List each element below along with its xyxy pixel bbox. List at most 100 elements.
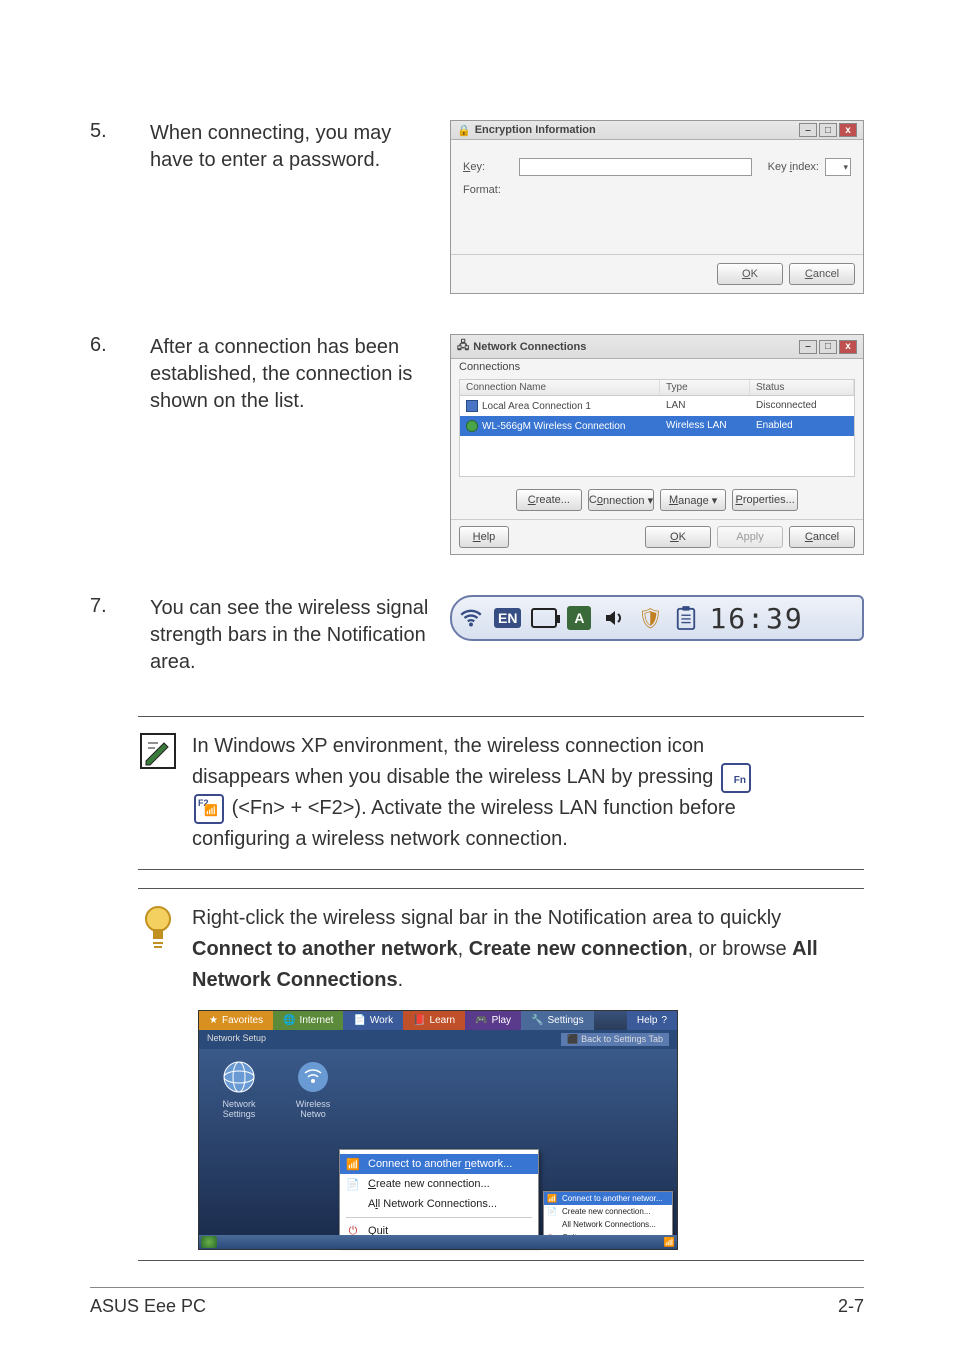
language-indicator[interactable]: EN <box>494 608 521 628</box>
tab-help[interactable]: Help ? <box>627 1011 677 1030</box>
wireless-network-icon[interactable]: Wireless Netwo <box>283 1059 343 1119</box>
fn-key-icon: Fn <box>721 763 751 793</box>
mini-connect-another[interactable]: 📶Connect to another networ... <box>544 1192 672 1205</box>
note1-line1: In Windows XP environment, the wireless … <box>192 735 704 757</box>
tab-work[interactable]: 📄 Work <box>343 1011 403 1030</box>
volume-icon[interactable] <box>601 605 627 631</box>
step-6-text: After a connection has been established,… <box>150 334 450 415</box>
close-button[interactable]: x <box>839 123 857 137</box>
wifi-icon: 📶 <box>346 1157 360 1171</box>
context-menu: 📶 Connect to another network... 📄 Create… <box>339 1149 539 1246</box>
table-row[interactable]: WL-566gM Wireless Connection Wireless LA… <box>460 416 854 436</box>
row-status: Disconnected <box>750 398 854 414</box>
col-connection-name[interactable]: Connection Name <box>460 380 660 395</box>
wlan-icon <box>466 420 478 432</box>
network-dialog-icon: 🖧 <box>457 337 469 356</box>
tab-favorites[interactable]: ★ Favorites <box>199 1011 273 1030</box>
network-settings-icon[interactable]: Network Settings <box>209 1059 269 1119</box>
key-label: Key: <box>463 161 513 173</box>
notification-area: EN A 🛡 16:39 <box>450 595 864 641</box>
footer-product: ASUS Eee PC <box>90 1296 206 1317</box>
subbar-title: Network Setup <box>207 1033 266 1046</box>
task-manager-icon[interactable] <box>673 605 699 631</box>
connections-table: Connection Name Type Status Local Area C… <box>459 379 855 477</box>
tab-settings[interactable]: 🔧 Settings <box>521 1011 594 1030</box>
tab-internet[interactable]: 🌐 Internet <box>273 1011 343 1030</box>
network-connections-dialog: 🖧 Network Connections – □ x Connections … <box>450 334 864 555</box>
wifi-signal-icon[interactable] <box>458 605 484 631</box>
ctx-create-new[interactable]: 📄 Create new connection... <box>340 1174 538 1194</box>
wifi-icon: 📶 <box>547 1194 557 1204</box>
footer-page-number: 2-7 <box>838 1296 864 1317</box>
table-row[interactable]: Local Area Connection 1 LAN Disconnected <box>460 396 854 416</box>
tip-box-rightclick: Right-click the wireless signal bar in t… <box>138 889 864 1010</box>
note1-line2: disappears when you disable the wireless… <box>192 766 719 788</box>
ctx-all-connections[interactable]: All Network Connections... <box>340 1194 538 1214</box>
step-5-text: When connecting, you may have to enter a… <box>150 120 450 174</box>
note2-sep2: , or browse <box>688 938 792 960</box>
lock-icon: 🔒 <box>457 124 471 137</box>
format-label: Format: <box>463 184 513 196</box>
taskbar: 📶 <box>199 1235 677 1249</box>
connection-button[interactable]: Connection ▾ <box>588 489 654 511</box>
row-type: LAN <box>660 398 750 414</box>
row-name: Local Area Connection 1 <box>482 401 591 412</box>
col-type[interactable]: Type <box>660 380 750 395</box>
minimize-button[interactable]: – <box>799 123 817 137</box>
tab-learn[interactable]: 📕 Learn <box>403 1011 465 1030</box>
net-apply-button: Apply <box>717 526 783 548</box>
keyboard-mode-icon[interactable]: A <box>567 606 591 630</box>
battery-icon[interactable] <box>531 605 557 631</box>
clock[interactable]: 16:39 <box>709 602 803 635</box>
mini-create-new[interactable]: 📄Create new connection... <box>544 1205 672 1218</box>
key-index-select[interactable]: ▾ <box>825 158 851 176</box>
key-index-label: Key index: <box>768 161 819 173</box>
note2-b1: Connect to another network <box>192 938 458 960</box>
net-close-button[interactable]: x <box>839 340 857 354</box>
step-7-text: You can see the wireless signal strength… <box>150 595 450 676</box>
net-ok-button[interactable]: OK <box>645 526 711 548</box>
note1-line3: (<Fn> + <F2>). Activate the wireless LAN… <box>232 797 736 819</box>
note2-end: . <box>398 969 404 991</box>
step-5-number: 5. <box>90 120 150 143</box>
page-footer: ASUS Eee PC 2-7 <box>90 1287 864 1317</box>
encryption-cancel-button[interactable]: Cancel <box>789 263 855 285</box>
connections-menu[interactable]: Connections <box>451 359 863 375</box>
lan-icon <box>466 400 478 412</box>
encryption-dialog-title: Encryption Information <box>475 124 596 136</box>
security-shield-icon[interactable]: 🛡 <box>637 605 663 631</box>
f2-key-icon: F2📶 <box>194 794 224 824</box>
new-connection-icon: 📄 <box>547 1207 557 1217</box>
ctx-connect-another[interactable]: 📶 Connect to another network... <box>340 1154 538 1174</box>
start-button[interactable] <box>201 1236 217 1248</box>
tip-icon <box>138 903 180 956</box>
note2-pre: Right-click the wireless signal bar in t… <box>192 907 781 929</box>
row-type: Wireless LAN <box>660 418 750 434</box>
step-7-number: 7. <box>90 595 150 618</box>
back-to-settings-button[interactable]: ⬛ Back to Settings Tab <box>561 1033 669 1046</box>
note2-b2: Create new connection <box>469 938 688 960</box>
tab-play[interactable]: 🎮 Play <box>465 1011 521 1030</box>
row-status: Enabled <box>750 418 854 434</box>
note-box-xp: In Windows XP environment, the wireless … <box>138 717 864 869</box>
desktop-screenshot: ★ Favorites 🌐 Internet 📄 Work 📕 Learn 🎮 … <box>198 1010 678 1250</box>
network-dialog-title: Network Connections <box>473 341 586 353</box>
help-button[interactable]: Help <box>459 526 509 548</box>
new-connection-icon: 📄 <box>346 1177 360 1191</box>
tray-wifi-icon[interactable]: 📶 <box>664 1237 675 1248</box>
encryption-ok-button[interactable]: OK <box>717 263 783 285</box>
step-6-number: 6. <box>90 334 150 357</box>
properties-button[interactable]: Properties... <box>732 489 798 511</box>
maximize-button[interactable]: □ <box>819 123 837 137</box>
note2-sep1: , <box>458 938 469 960</box>
manage-button[interactable]: Manage ▾ <box>660 489 726 511</box>
net-maximize-button[interactable]: □ <box>819 340 837 354</box>
mini-all-connections[interactable]: All Network Connections... <box>544 1218 672 1231</box>
note1-line4: configuring a wireless network connectio… <box>192 828 568 850</box>
net-minimize-button[interactable]: – <box>799 340 817 354</box>
col-status[interactable]: Status <box>750 380 854 395</box>
create-button[interactable]: Create... <box>516 489 582 511</box>
key-input[interactable] <box>519 158 752 176</box>
encryption-dialog: 🔒 Encryption Information – □ x Key: Key … <box>450 120 864 294</box>
net-cancel-button[interactable]: Cancel <box>789 526 855 548</box>
